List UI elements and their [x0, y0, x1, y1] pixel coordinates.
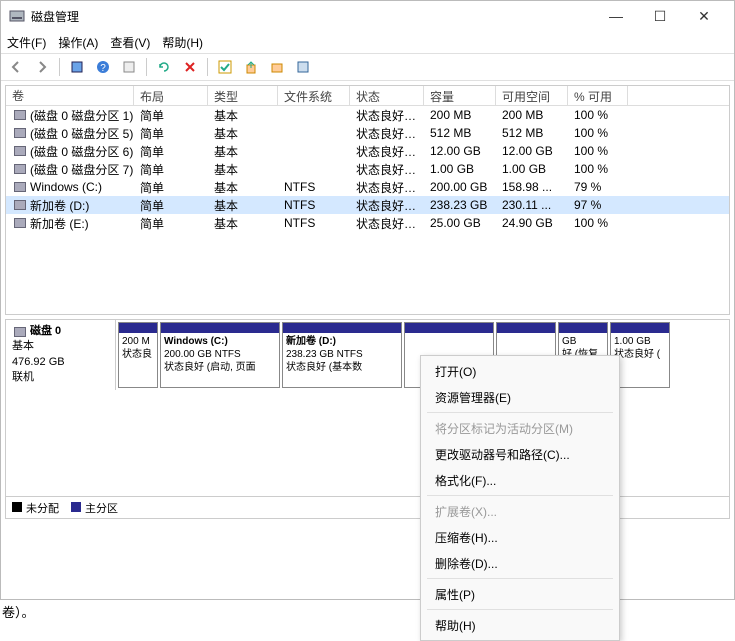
- menu-open[interactable]: 打开(O): [421, 358, 619, 384]
- volume-row[interactable]: 新加卷 (E:)简单基本NTFS状态良好 (...25.00 GB24.90 G…: [6, 214, 729, 232]
- close-button[interactable]: ✕: [682, 1, 726, 31]
- refresh-icon[interactable]: [153, 56, 175, 78]
- toolbar-icon-1[interactable]: [66, 56, 88, 78]
- app-icon: [9, 8, 25, 24]
- disk-icon: [14, 327, 26, 337]
- folder-icon[interactable]: [266, 56, 288, 78]
- toolbar-separator: [207, 58, 208, 76]
- menu-properties[interactable]: 属性(P): [421, 581, 619, 607]
- header-pct[interactable]: % 可用: [568, 86, 628, 105]
- volume-row[interactable]: (磁盘 0 磁盘分区 1)简单基本状态良好 (...200 MB200 MB10…: [6, 106, 729, 124]
- maximize-button[interactable]: ☐: [638, 1, 682, 31]
- menu-delete[interactable]: 删除卷(D)...: [421, 550, 619, 576]
- menu-action[interactable]: 操作(A): [58, 34, 98, 51]
- menubar: 文件(F) 操作(A) 查看(V) 帮助(H): [1, 31, 734, 53]
- menu-explorer[interactable]: 资源管理器(E): [421, 384, 619, 410]
- toolbar-icon-3[interactable]: [240, 56, 262, 78]
- toolbar-icon-2[interactable]: [118, 56, 140, 78]
- partition[interactable]: 200 M状态良: [118, 322, 158, 388]
- footer-text: 卷）。: [2, 602, 35, 621]
- volume-icon: [14, 200, 26, 210]
- partition[interactable]: Windows (C:)200.00 GB NTFS状态良好 (启动, 页面: [160, 322, 280, 388]
- volume-row[interactable]: (磁盘 0 磁盘分区 6)简单基本状态良好 (...12.00 GB12.00 …: [6, 142, 729, 160]
- context-menu: 打开(O) 资源管理器(E) 将分区标记为活动分区(M) 更改驱动器号和路径(C…: [420, 355, 620, 641]
- volume-icon: [14, 128, 26, 138]
- menu-view[interactable]: 查看(V): [110, 34, 150, 51]
- volume-icon: [14, 146, 26, 156]
- menu-help[interactable]: 帮助(H): [162, 34, 203, 51]
- menu-extend: 扩展卷(X)...: [421, 498, 619, 524]
- delete-icon[interactable]: [179, 56, 201, 78]
- disk-management-window: 磁盘管理 — ☐ ✕ 文件(F) 操作(A) 查看(V) 帮助(H) ? 卷 布…: [0, 0, 735, 600]
- menu-separator: [427, 495, 613, 496]
- legend-unallocated: 未分配: [12, 500, 59, 516]
- toolbar-separator: [59, 58, 60, 76]
- header-capacity[interactable]: 容量: [424, 86, 496, 105]
- header-volume[interactable]: 卷: [6, 86, 134, 105]
- back-button[interactable]: [5, 56, 27, 78]
- menu-format[interactable]: 格式化(F)...: [421, 467, 619, 493]
- legend-primary: 主分区: [71, 500, 118, 516]
- disk-layout-pane: 磁盘 0 基本 476.92 GB 联机 200 M状态良Windows (C:…: [5, 319, 730, 519]
- minimize-button[interactable]: —: [594, 1, 638, 31]
- list-body: (磁盘 0 磁盘分区 1)简单基本状态良好 (...200 MB200 MB10…: [6, 106, 729, 232]
- volume-row[interactable]: 新加卷 (D:)简单基本NTFS状态良好 (...238.23 GB230.11…: [6, 196, 729, 214]
- header-filesystem[interactable]: 文件系统: [278, 86, 350, 105]
- disk-status: 联机: [12, 370, 109, 385]
- menu-separator: [427, 578, 613, 579]
- menu-separator: [427, 609, 613, 610]
- header-free[interactable]: 可用空间: [496, 86, 568, 105]
- menu-shrink[interactable]: 压缩卷(H)...: [421, 524, 619, 550]
- toolbar-separator: [146, 58, 147, 76]
- menu-change-drive[interactable]: 更改驱动器号和路径(C)...: [421, 441, 619, 467]
- header-type[interactable]: 类型: [208, 86, 278, 105]
- disk-info[interactable]: 磁盘 0 基本 476.92 GB 联机: [6, 320, 116, 390]
- disk-name: 磁盘 0: [30, 324, 61, 339]
- volume-row[interactable]: (磁盘 0 磁盘分区 7)简单基本状态良好 (...1.00 GB1.00 GB…: [6, 160, 729, 178]
- toolbar-icon-4[interactable]: [292, 56, 314, 78]
- window-title: 磁盘管理: [31, 8, 594, 25]
- help-icon[interactable]: ?: [92, 56, 114, 78]
- disk-size: 476.92 GB: [12, 355, 109, 370]
- menu-file[interactable]: 文件(F): [7, 34, 46, 51]
- volume-icon: [14, 182, 26, 192]
- volume-icon: [14, 110, 26, 120]
- menu-help[interactable]: 帮助(H): [421, 612, 619, 638]
- volume-row[interactable]: Windows (C:)简单基本NTFS状态良好 (...200.00 GB15…: [6, 178, 729, 196]
- menu-mark-active: 将分区标记为活动分区(M): [421, 415, 619, 441]
- volume-list-pane: 卷 布局 类型 文件系统 状态 容量 可用空间 % 可用 (磁盘 0 磁盘分区 …: [5, 85, 730, 315]
- svg-text:?: ?: [100, 63, 106, 74]
- partition[interactable]: 新加卷 (D:)238.23 GB NTFS状态良好 (基本数: [282, 322, 402, 388]
- legend-blue-box: [71, 502, 81, 512]
- toolbar: ?: [1, 53, 734, 81]
- content-area: 卷 布局 类型 文件系统 状态 容量 可用空间 % 可用 (磁盘 0 磁盘分区 …: [1, 81, 734, 599]
- disk-row: 磁盘 0 基本 476.92 GB 联机 200 M状态良Windows (C:…: [6, 320, 729, 390]
- legend: 未分配 主分区: [6, 496, 729, 518]
- titlebar: 磁盘管理 — ☐ ✕: [1, 1, 734, 31]
- legend-black-box: [12, 502, 22, 512]
- check-icon[interactable]: [214, 56, 236, 78]
- list-header: 卷 布局 类型 文件系统 状态 容量 可用空间 % 可用: [6, 86, 729, 106]
- volume-icon: [14, 164, 26, 174]
- volume-icon: [14, 218, 26, 228]
- forward-button[interactable]: [31, 56, 53, 78]
- disk-type: 基本: [12, 339, 109, 354]
- volume-row[interactable]: (磁盘 0 磁盘分区 5)简单基本状态良好 (...512 MB512 MB10…: [6, 124, 729, 142]
- menu-separator: [427, 412, 613, 413]
- header-layout[interactable]: 布局: [134, 86, 208, 105]
- header-status[interactable]: 状态: [350, 86, 424, 105]
